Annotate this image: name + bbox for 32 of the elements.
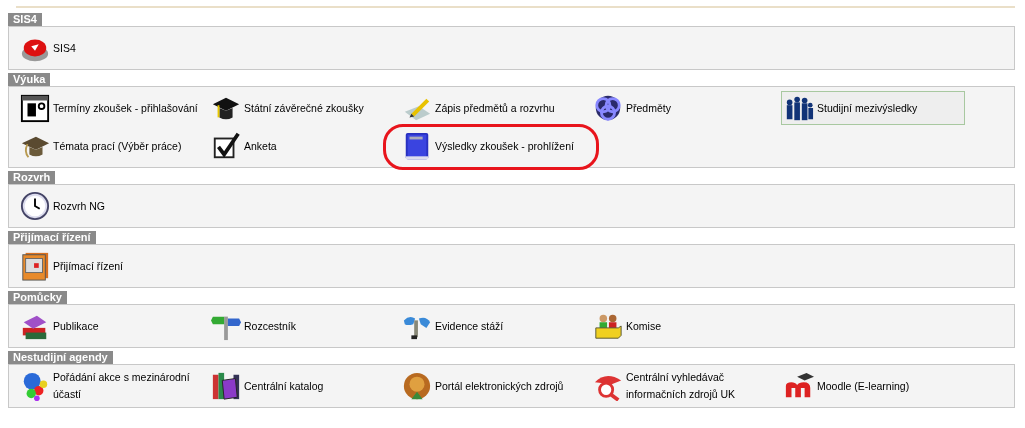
clock-icon	[20, 191, 50, 221]
section-title: Pomůcky	[8, 291, 67, 304]
menu-link[interactable]: Komise	[590, 309, 664, 343]
menu-link[interactable]: SIS4	[17, 31, 79, 65]
menu-link[interactable]: Předměty	[590, 91, 674, 125]
menu-link[interactable]: Rozcestník	[208, 309, 299, 343]
menu-link[interactable]: Zápis předmětů a rozvrhu	[399, 91, 558, 125]
emblem-icon	[402, 371, 432, 401]
menu-link[interactable]: Výsledky zkoušek - prohlížení	[399, 129, 577, 163]
menu-link[interactable]: Termíny zkoušek - přihlašování	[17, 91, 201, 125]
calendar-icon	[20, 93, 50, 123]
section-title: SIS4	[8, 13, 42, 26]
menu-link[interactable]: Pořádání akce s mezinárodní účastí	[17, 367, 208, 405]
menu-link[interactable]: Portál elektronických zdrojů	[399, 369, 567, 403]
checkbox-icon	[211, 131, 241, 161]
section-title: Výuka	[8, 73, 51, 86]
menu-link[interactable]: Centrální katalog	[208, 369, 327, 403]
window-icon	[20, 251, 50, 281]
menu-link[interactable]: Moodle (E-learning)	[781, 369, 913, 403]
menu-link[interactable]: Studijní mezivýsledky	[781, 91, 965, 125]
books-icon	[211, 371, 241, 401]
menu-link[interactable]: Anketa	[208, 129, 280, 163]
section-title: Přijímací řízení	[8, 231, 96, 244]
menu-link[interactable]: Evidence stáží	[399, 309, 507, 343]
menu-link[interactable]: Témata prací (Výběr práce)	[17, 129, 185, 163]
menu-link[interactable]: Publikace	[17, 309, 102, 343]
menu-link[interactable]: Přijímací řízení	[17, 249, 126, 283]
section-title: Nestudijní agendy	[8, 351, 113, 364]
section-title: Rozvrh	[8, 171, 56, 184]
menu-link[interactable]: Státní závěrečné zkoušky	[208, 91, 367, 125]
menu-link[interactable]: Centrální vyhledávač informačních zdrojů UK	[590, 367, 781, 405]
menu-link[interactable]: Rozvrh NG	[17, 189, 108, 223]
